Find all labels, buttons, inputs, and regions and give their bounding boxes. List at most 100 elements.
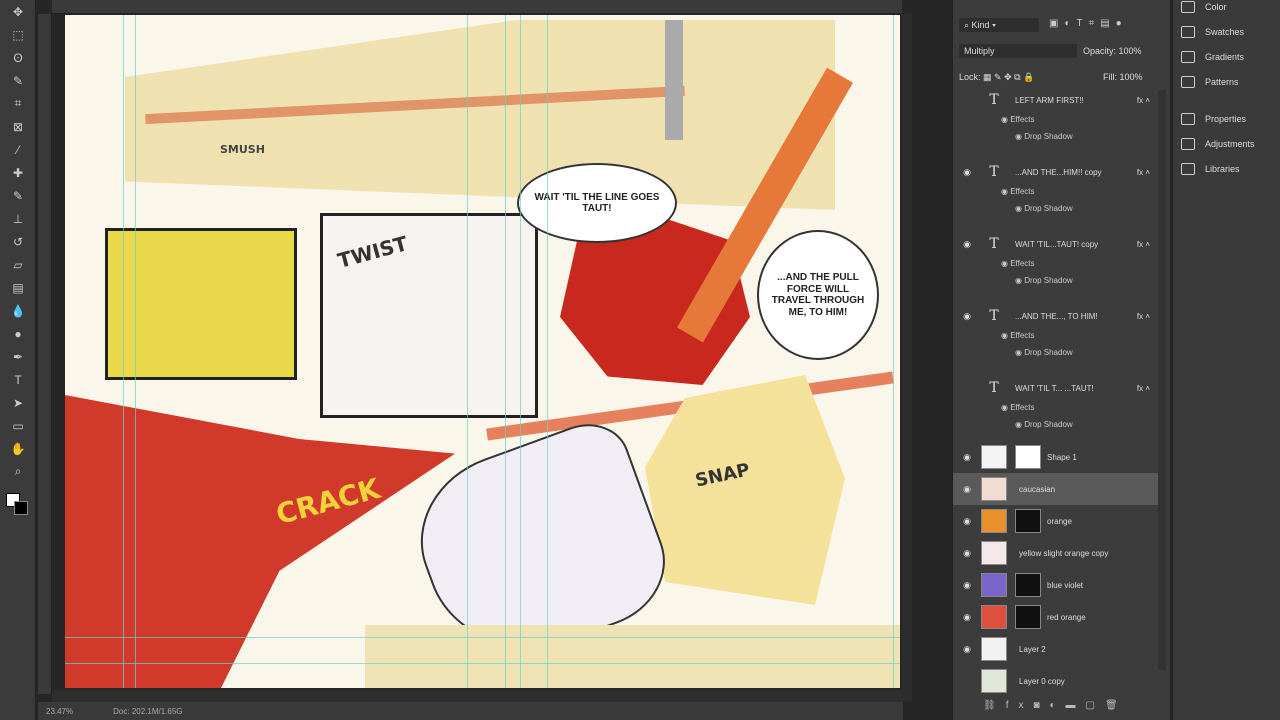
layer-name: Layer 2 [1019,644,1046,654]
effects-row[interactable]: ◉ Effects [1001,331,1035,340]
layer-row[interactable]: Layer 0 copy [953,665,1158,697]
zoom-level[interactable]: 23.47% [46,707,73,716]
eye-icon[interactable]: ◉ [953,167,981,178]
comic-panel-punch [105,228,297,380]
eye-icon[interactable]: ◉ [953,452,981,463]
layer-row[interactable]: ◉ yellow slight orange copy [953,537,1158,569]
drop-shadow-row[interactable]: ◉ Drop Shadow [1015,132,1073,141]
dodge-tool-icon[interactable]: ● [0,322,36,345]
tools-panel: ✥ ⬚ ʘ ✎ ⌗ ⊠ ⁄ ✚ ✎ ⊥ ↺ ▱ ▤ 💧 ● ✒ T ➤ ▭ ✋ ⌕ [0,0,36,720]
effects-row[interactable]: ◉ Effects [1001,403,1035,412]
layers-panel: ⌕ Kind ▾ ▣◐T⌗▤● Multiply Opacity: 100% L… [952,0,1170,720]
opacity[interactable]: Opacity: 100% [1083,46,1142,56]
brush-tool-icon[interactable]: ✎ [0,184,36,207]
stamp-tool-icon[interactable]: ⊥ [0,207,36,230]
marquee-tool-icon[interactable]: ⬚ [0,23,36,46]
drop-shadow-row[interactable]: ◉ Drop Shadow [1015,420,1073,429]
layer-name: Layer 0 copy [1019,676,1065,686]
layer-filter[interactable]: ⌕ Kind ▾ [959,18,1039,32]
drop-shadow-row[interactable]: ◉ Drop Shadow [1015,276,1073,285]
drop-shadow-row[interactable]: ◉ Drop Shadow [1015,348,1073,357]
layer-row[interactable]: ◉ Layer 2 [953,633,1158,665]
panel-libraries[interactable]: Libraries [1173,156,1280,181]
layer-row[interactable]: ◉ T ...AND THE..., TO HIM! fx ˄ [953,300,1158,332]
quick-select-tool-icon[interactable]: ✎ [0,69,36,92]
pen-tool-icon[interactable]: ✒ [0,345,36,368]
move-tool-icon[interactable]: ✥ [0,0,36,23]
eyedropper-tool-icon[interactable]: ⁄ [0,138,36,161]
panel-swatches[interactable]: Swatches [1173,19,1280,44]
fx-icon[interactable]: fx ˄ [1137,168,1150,177]
layers-scrollbar[interactable] [1158,90,1166,670]
shape-tool-icon[interactable]: ▭ [0,414,36,437]
effects-row[interactable]: ◉ Effects [1001,259,1035,268]
panel-color[interactable]: Color [1173,0,1280,19]
layer-row[interactable]: ◉ T WAIT 'TIL...TAUT! copy fx ˄ [953,228,1158,260]
panel-label: Color [1205,1,1227,12]
panel-gradients[interactable]: Gradients [1173,44,1280,69]
layer-name: red orange [1047,612,1086,622]
eye-icon[interactable]: ◉ [953,548,981,559]
sfx-smush: SMUSH [220,143,265,156]
eye-icon[interactable]: ◉ [953,612,981,623]
layer-row[interactable]: ◉ caucasian [953,473,1158,505]
effects-row[interactable]: ◉ Effects [1001,187,1035,196]
eye-icon[interactable]: ◉ [953,239,981,250]
lock-icons[interactable]: ▦ ✎ ✥ ⧉ 🔒 [983,72,1034,82]
lasso-tool-icon[interactable]: ʘ [0,46,36,69]
healing-tool-icon[interactable]: ✚ [0,161,36,184]
libraries-icon [1181,162,1195,175]
layer-row[interactable]: ◉ blue violet [953,569,1158,601]
fill[interactable]: Fill: 100% [1103,72,1143,82]
panel-label: Properties [1205,113,1247,124]
layer-name: caucasian [1019,484,1056,494]
fx-icon[interactable]: fx ˄ [1137,96,1150,105]
fx-icon[interactable]: fx ˄ [1137,312,1150,321]
crop-tool-icon[interactable]: ⌗ [0,92,36,115]
horizontal-scrollbar[interactable] [52,690,902,702]
effects-row[interactable]: ◉ Effects [1001,115,1035,124]
document-canvas[interactable]: SMUSH TWIST WAIT 'TIL THE LINE GOES TAUT… [65,15,900,688]
hand-tool-icon[interactable]: ✋ [0,437,36,460]
filter-kind: Kind [971,20,990,30]
fx-icon[interactable]: fx ˄ [1137,384,1150,393]
history-brush-tool-icon[interactable]: ↺ [0,230,36,253]
layer-row[interactable]: ◉ red orange [953,601,1158,633]
type-layer-icon: T [989,236,999,252]
fx-icon[interactable]: fx ˄ [1137,240,1150,249]
layer-thumbnail [981,605,1007,629]
layer-row[interactable]: T WAIT 'TIL T... ...TAUT! fx ˄ [953,372,1158,404]
gradient-tool-icon[interactable]: ▤ [0,276,36,299]
panel-properties[interactable]: Properties [1173,106,1280,131]
layer-row[interactable]: ◉ orange [953,505,1158,537]
panel-patterns[interactable]: Patterns [1173,69,1280,94]
blur-tool-icon[interactable]: 💧 [0,299,36,322]
eraser-tool-icon[interactable]: ▱ [0,253,36,276]
eye-icon[interactable]: ◉ [953,311,981,322]
layer-row[interactable]: T LEFT ARM FIRST!! fx ˄ [953,84,1158,116]
layer-thumbnail [981,509,1007,533]
color-swatches[interactable] [6,493,28,515]
layer-row[interactable]: ◉ Shape 1 [953,441,1158,473]
layer-row[interactable]: ◉ T ...AND THE...HIM!! copy fx ˄ [953,156,1158,188]
layer-thumbnail [981,669,1007,693]
panel-adjustments[interactable]: Adjustments [1173,131,1280,156]
layer-thumbnail [981,477,1007,501]
right-dock: Color Swatches Gradients Patterns Properties… [1172,0,1280,720]
eye-icon[interactable]: ◉ [953,516,981,527]
type-tool-icon[interactable]: T [0,368,36,391]
filter-icons[interactable]: ▣◐T⌗▤● [1049,18,1128,29]
layer-mask-thumbnail [1015,509,1041,533]
eye-icon[interactable]: ◉ [953,644,981,655]
blend-mode-select[interactable]: Multiply [959,44,1077,58]
eye-icon[interactable]: ◉ [953,580,981,591]
layer-actions[interactable]: ⛓fx◙◐▬▢🗑 [983,700,1128,711]
path-select-tool-icon[interactable]: ➤ [0,391,36,414]
drop-shadow-row[interactable]: ◉ Drop Shadow [1015,204,1073,213]
layer-thumbnail [981,573,1007,597]
vertical-scrollbar[interactable] [902,14,912,702]
eye-icon[interactable]: ◉ [953,484,981,495]
layer-name: orange [1047,516,1072,526]
zoom-tool-icon[interactable]: ⌕ [0,460,36,483]
frame-tool-icon[interactable]: ⊠ [0,115,36,138]
